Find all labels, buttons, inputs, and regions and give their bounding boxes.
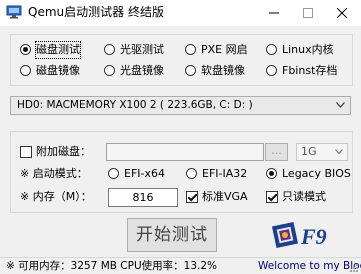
radio-label: Linux内核	[282, 43, 334, 56]
monitor-app-icon	[6, 5, 22, 19]
radio-indicator	[266, 65, 277, 76]
memory-label: ※ 内存（M）：	[20, 190, 92, 203]
std-vga-checkbox[interactable]: 标准VGA	[186, 189, 256, 205]
radio-indicator	[20, 44, 31, 55]
radio-label: EFI-x64	[124, 167, 165, 180]
radio-label: PXE 网启	[201, 43, 248, 56]
disk-size-select[interactable]: 1G	[296, 143, 348, 161]
disk-select[interactable]: HD0: MACMEMORY X100 2 ( 223.6GB, C: D: )	[10, 96, 351, 115]
radio-fbinst-archive[interactable]: Fbinst存档	[266, 63, 350, 79]
radio-indicator	[266, 168, 277, 179]
radio-label: Legacy BIOS	[282, 167, 351, 180]
status-memory-cpu: ※ 可用内存：3257 MB CPU使用率：13.2%	[6, 260, 217, 272]
status-bar: ※ 可用内存：3257 MB CPU使用率：13.2% Welcome to m…	[0, 257, 361, 274]
radio-indicator	[266, 44, 277, 55]
radio-indicator	[104, 65, 115, 76]
radio-cd-image[interactable]: 光盘镜像	[104, 63, 184, 79]
radio-efi-ia32[interactable]: EFI-IA32	[186, 166, 258, 182]
radio-label: 光盘镜像	[120, 64, 164, 77]
radio-label: 磁盘镜像	[36, 64, 80, 77]
maximize-button[interactable]	[291, 0, 325, 26]
checkbox-indicator	[266, 191, 278, 203]
disk-select-value: HD0: MACMEMORY X100 2 ( 223.6GB, C: D: )	[17, 99, 253, 111]
close-button[interactable]	[325, 0, 359, 26]
radio-label: EFI-IA32	[202, 167, 248, 180]
disk-size-value: 1G	[301, 145, 317, 158]
blog-link[interactable]: Welcome to my Blog	[258, 259, 361, 273]
title-bar[interactable]: Qemu启动测试器 终结版	[0, 0, 361, 26]
radio-label: 光驱测试	[120, 43, 164, 56]
radio-indicator	[104, 44, 115, 55]
readonly-label: 只读模式	[282, 190, 326, 203]
radio-indicator	[186, 168, 197, 179]
radio-indicator	[185, 65, 196, 76]
memory-value: 816	[132, 191, 154, 204]
resize-grip-icon[interactable]	[349, 263, 359, 273]
close-icon	[337, 8, 347, 18]
maximize-icon	[303, 8, 313, 18]
std-vga-label: 标准VGA	[202, 190, 248, 203]
window-title: Qemu启动测试器 终结版	[28, 5, 164, 19]
app-window: Qemu启动测试器 终结版 磁盘测试 光驱测试 PXE 网启 Linux内核 磁…	[0, 0, 361, 274]
radio-indicator	[185, 44, 196, 55]
checkbox-indicator	[20, 146, 32, 158]
memory-input[interactable]: 816	[108, 188, 178, 207]
chevron-down-icon	[335, 149, 343, 154]
logo-text: F9	[300, 224, 327, 249]
extra-disk-path-input[interactable]	[106, 143, 264, 161]
readonly-checkbox[interactable]: 只读模式	[266, 189, 346, 205]
extra-disk-label: 附加磁盘：	[36, 145, 91, 158]
radio-efi-x64[interactable]: EFI-x64	[108, 166, 178, 182]
start-test-button[interactable]: 开始测试	[127, 218, 217, 252]
browse-button[interactable]: ...	[265, 143, 288, 161]
f9-logo-icon[interactable]: F9	[270, 219, 334, 251]
chevron-down-icon	[336, 102, 345, 108]
radio-cdrom-test[interactable]: 光驱测试	[104, 42, 184, 58]
radio-legacy-bios[interactable]: Legacy BIOS	[266, 166, 351, 182]
radio-label: 软盘镜像	[201, 64, 245, 77]
radio-label: Fbinst存档	[282, 64, 338, 77]
radio-label: 磁盘测试	[35, 41, 81, 59]
radio-pxe-boot[interactable]: PXE 网启	[185, 42, 265, 58]
minimize-button[interactable]	[257, 0, 291, 26]
radio-indicator	[108, 168, 119, 179]
extra-disk-checkbox[interactable]: 附加磁盘：	[20, 144, 100, 160]
minimize-icon	[269, 12, 279, 14]
radio-disk-image[interactable]: 磁盘镜像	[20, 63, 115, 79]
radio-disk-test[interactable]: 磁盘测试	[20, 41, 115, 59]
checkbox-indicator	[186, 191, 198, 203]
start-test-label: 开始测试	[136, 225, 208, 245]
radio-floppy-image[interactable]: 软盘镜像	[185, 63, 265, 79]
radio-indicator	[20, 65, 31, 76]
radio-linux-kernel[interactable]: Linux内核	[266, 42, 350, 58]
boot-mode-label: ※ 启动模式：	[20, 167, 88, 180]
